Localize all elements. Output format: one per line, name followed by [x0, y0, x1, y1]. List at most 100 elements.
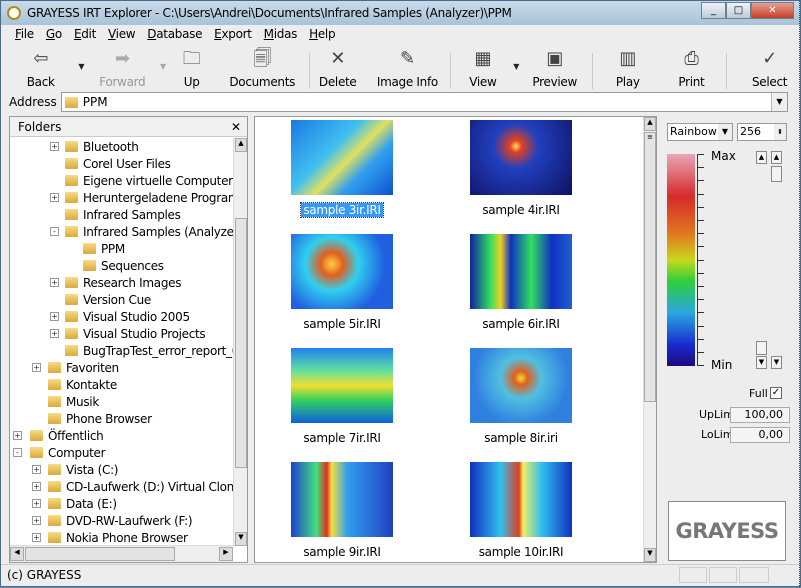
folder-tree-item[interactable]: Vista (C:)	[48, 461, 119, 478]
folder-icon	[48, 532, 61, 543]
max-up-button[interactable]: ▲	[756, 151, 767, 164]
folder-icon	[65, 209, 78, 220]
scale-tick	[698, 338, 704, 340]
expand-toggle[interactable]: +	[32, 499, 41, 508]
expand-toggle[interactable]: +	[50, 312, 59, 321]
tree-hscroll-thumb[interactable]	[25, 547, 175, 561]
file-thumbnail[interactable]: sample 3ir.IRI	[277, 117, 407, 218]
folder-tree-item[interactable]: Sequences	[83, 257, 164, 274]
file-thumbnail[interactable]: sample 9ir.IRI	[277, 459, 407, 559]
file-thumbnail[interactable]: sample 10ir.IRI	[456, 459, 586, 559]
folder-icon	[48, 481, 61, 492]
tree-vertical-scrollbar[interactable]: ▲ ▼	[233, 138, 247, 546]
thermal-image-preview	[470, 462, 572, 537]
folder-tree-item[interactable]: Kontakte	[48, 376, 117, 393]
upper-slider-thumb[interactable]	[771, 166, 782, 182]
lolim-field[interactable]: 0,00	[730, 427, 790, 443]
menu-go[interactable]: Go	[40, 27, 68, 41]
folder-tree-item[interactable]: Musik	[48, 393, 99, 410]
folder-tree-item[interactable]: Favoriten	[48, 359, 119, 376]
preview-button[interactable]: ▣ Preview	[525, 49, 584, 90]
folder-tree-item[interactable]: Öffentlich	[30, 427, 104, 444]
folder-tree-item[interactable]: CD-Laufwerk (D:) Virtual CloneDri	[48, 478, 233, 495]
menu-help[interactable]: Help	[303, 27, 341, 41]
file-thumbnail[interactable]: sample 6ir.IRI	[456, 231, 586, 331]
full-checkbox[interactable]: ✓	[770, 387, 782, 399]
expand-toggle[interactable]: +	[50, 142, 59, 151]
expand-toggle[interactable]: +	[32, 533, 41, 542]
tree-horizontal-scrollbar[interactable]: ◀ ▶	[10, 545, 233, 562]
folder-tree-item[interactable]: Infrared Samples	[65, 206, 181, 223]
folder-tree-item[interactable]: Corel User Files	[65, 155, 171, 172]
address-input[interactable]: PPM ▼	[60, 92, 788, 112]
color-count-spinner[interactable]: 256 ⬍	[737, 123, 787, 141]
menu-export[interactable]: Export	[208, 27, 258, 41]
lower-slider-down[interactable]: ▼	[771, 356, 782, 369]
expand-toggle[interactable]: -	[13, 448, 22, 457]
expand-toggle[interactable]: -	[50, 227, 59, 236]
expand-toggle[interactable]: +	[13, 431, 22, 440]
folder-tree-item[interactable]: Phone Browser	[48, 410, 152, 427]
select-button[interactable]: ✓ Select	[745, 49, 794, 90]
tree-scroll-thumb[interactable]	[235, 218, 247, 468]
expand-toggle[interactable]: +	[32, 363, 41, 372]
expand-toggle[interactable]: +	[32, 482, 41, 491]
upper-slider-up[interactable]: ▲	[771, 151, 782, 164]
folder-tree-item[interactable]: Nokia Phone Browser	[48, 529, 188, 546]
maximize-button[interactable]: □	[726, 2, 751, 19]
file-thumbnail[interactable]: sample 8ir.iri	[456, 345, 586, 445]
folder-tree-item[interactable]: Visual Studio 2005	[65, 308, 190, 325]
lower-slider-thumb[interactable]	[756, 341, 767, 355]
back-dropdown[interactable]: ▼	[78, 62, 84, 71]
expand-toggle[interactable]: +	[50, 278, 59, 287]
expand-toggle[interactable]: +	[32, 516, 41, 525]
min-down-button[interactable]: ▼	[756, 356, 767, 369]
folder-tree-item[interactable]: Bluetooth	[65, 138, 139, 155]
menu-view[interactable]: View	[102, 27, 141, 41]
play-button[interactable]: ▥ Play	[601, 49, 655, 90]
folder-label: Vista (C:)	[66, 462, 119, 477]
view-dropdown[interactable]: ▼	[513, 62, 519, 71]
close-folders-icon[interactable]: ✕	[231, 120, 241, 134]
menu-edit[interactable]: Edit	[68, 27, 102, 41]
content-vertical-scrollbar[interactable]: ▲ ≡ ▼	[643, 117, 656, 562]
folder-tree-item[interactable]: Version Cue	[65, 291, 151, 308]
menu-file[interactable]: File	[9, 27, 40, 41]
scale-tick	[698, 299, 704, 301]
image-info-button[interactable]: ✎ Image Info	[373, 49, 441, 90]
resize-grip[interactable]	[771, 567, 791, 583]
folder-tree-item[interactable]: Infrared Samples (Analyzer)	[65, 223, 233, 240]
close-button[interactable]: ✕	[751, 2, 794, 19]
file-thumbnail[interactable]: sample 7ir.IRI	[277, 345, 407, 445]
content-scroll-thumb[interactable]: ≡	[644, 132, 656, 402]
file-thumbnail[interactable]: sample 5ir.IRI	[277, 231, 407, 331]
documents-button[interactable]: 🗐 Documents	[223, 49, 301, 90]
folder-tree-item[interactable]: PPM	[83, 240, 125, 257]
expand-toggle[interactable]: +	[50, 329, 59, 338]
expand-toggle[interactable]: +	[32, 465, 41, 474]
expand-toggle[interactable]: +	[50, 193, 59, 202]
folder-tree-item[interactable]: BugTrapTest_error_report_080	[65, 342, 233, 359]
minimize-button[interactable]: _	[701, 2, 726, 19]
menu-database[interactable]: Database	[141, 27, 208, 41]
menu-midas[interactable]: Midas	[258, 27, 303, 41]
print-button[interactable]: ⎙ Print	[665, 49, 719, 90]
delete-button[interactable]: ✕ Delete	[318, 49, 357, 90]
forward-button[interactable]: ➡ Forward	[91, 49, 154, 90]
folder-tree-item[interactable]: Computer	[30, 444, 106, 461]
palette-select[interactable]: Rainbow ▼	[667, 123, 733, 141]
folder-tree-item[interactable]: Visual Studio Projects	[65, 325, 206, 342]
uplim-field[interactable]: 100,00	[730, 407, 790, 423]
folder-icon	[48, 396, 61, 407]
folder-tree-item[interactable]: Data (E:)	[48, 495, 117, 512]
folder-tree-item[interactable]: DVD-RW-Laufwerk (F:)	[48, 512, 193, 529]
file-thumbnail[interactable]: sample 4ir.IRI	[456, 117, 586, 217]
folder-tree-item[interactable]: Heruntergeladene Programme	[65, 189, 233, 206]
back-button[interactable]: ⇦ Back	[9, 49, 72, 90]
forward-dropdown[interactable]: ▼	[160, 62, 166, 71]
view-button[interactable]: ▦ View	[459, 49, 508, 90]
address-dropdown[interactable]: ▼	[771, 93, 787, 111]
up-button[interactable]: 🗀 Up	[172, 49, 211, 90]
folder-tree-item[interactable]: Research Images	[65, 274, 182, 291]
folder-tree-item[interactable]: Eigene virtuelle Computer	[65, 172, 233, 189]
